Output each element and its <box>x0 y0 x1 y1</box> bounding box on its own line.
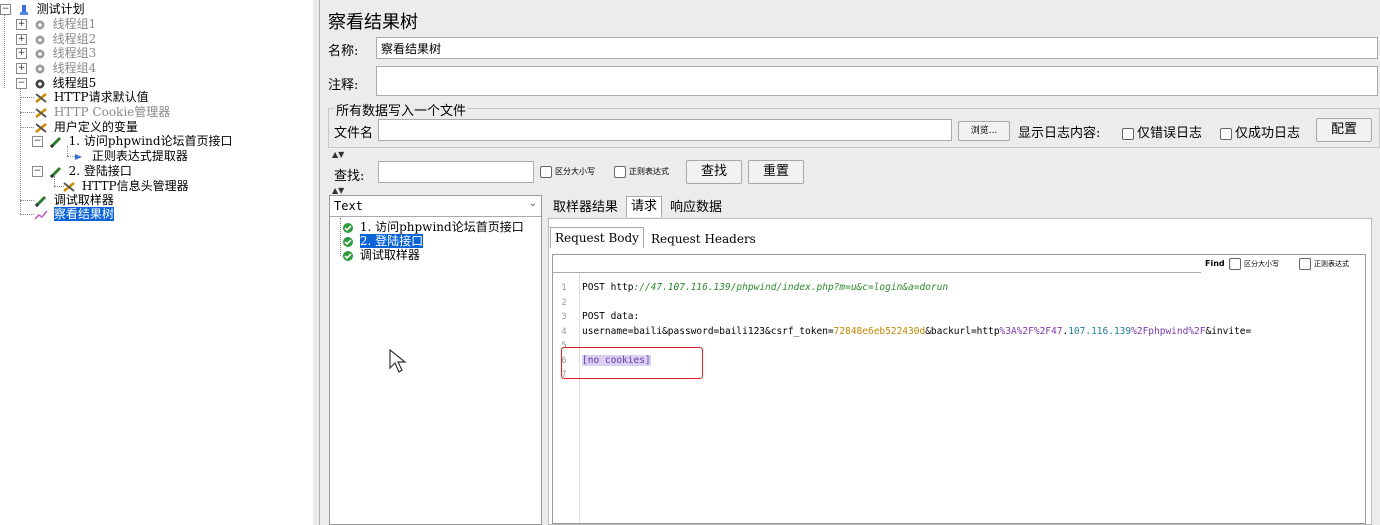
tree-item-thread-group-4[interactable]: + 线程组4 <box>16 61 96 75</box>
tree-item-thread-group-1[interactable]: + 线程组1 <box>16 17 96 31</box>
collapse-icon[interactable]: − <box>0 4 11 15</box>
pencil-icon <box>49 136 61 148</box>
gear-icon <box>35 20 45 29</box>
sample-item-debug[interactable]: 调试取样器 <box>342 248 420 262</box>
search-input[interactable] <box>378 161 534 183</box>
checkbox-icon <box>1122 127 1134 140</box>
tree-item-thread-group-2[interactable]: + 线程组2 <box>16 32 96 46</box>
request-find-input[interactable] <box>553 255 1201 273</box>
line-number: 3 <box>561 312 567 322</box>
test-plan-icon <box>19 4 28 15</box>
log-content-label: 显示日志内容: <box>1018 126 1101 141</box>
tree-item-sampler-home[interactable]: − 1. 访问phpwind论坛首页接口 <box>32 134 233 148</box>
gear-icon <box>35 64 45 73</box>
line-number: 2 <box>561 298 567 308</box>
gear-icon <box>35 49 45 58</box>
success-check-icon <box>343 222 353 233</box>
tree-item-debug-sampler[interactable]: 调试取样器 <box>34 193 114 207</box>
tree-item-thread-group-3[interactable]: + 线程组3 <box>16 46 96 60</box>
collapse-arrow-icon[interactable]: ▲▼ <box>332 150 344 159</box>
wrench-icon <box>35 122 47 133</box>
line-number: 1 <box>561 283 567 293</box>
wrench-icon <box>63 181 75 192</box>
tree-root[interactable]: − 测试计划 <box>0 2 85 16</box>
page-title: 察看结果树 <box>328 12 418 33</box>
expand-icon[interactable]: + <box>16 19 27 30</box>
find-button[interactable]: 查找 <box>686 160 742 184</box>
regex-checkbox[interactable]: 正则表达式 <box>614 166 669 178</box>
tab-sampler-result[interactable]: 取样器结果 <box>549 198 622 218</box>
search-label: 查找: <box>334 169 365 184</box>
highlight-annotation-box <box>561 347 703 379</box>
wrench-icon <box>35 107 47 118</box>
checkbox-icon <box>614 166 626 178</box>
collapse-icon[interactable]: − <box>32 136 43 147</box>
checkbox-icon <box>1229 258 1241 270</box>
comment-label: 注释: <box>328 78 359 93</box>
name-field[interactable]: 察看结果树 <box>376 37 1378 59</box>
line-number: 4 <box>561 327 567 337</box>
request-body-view: Find 区分大小写 正则表达式 1 2 3 4 5 6 7 POST http… <box>552 254 1366 524</box>
config-button[interactable]: 配置 <box>1316 118 1372 142</box>
tree-item-user-variables[interactable]: 用户定义的变量 <box>34 120 138 134</box>
tree-item-cookie-manager[interactable]: HTTP Cookie管理器 <box>34 105 170 119</box>
test-plan-tree[interactable]: − 测试计划 + 线程组1 + 线程组2 + 线程组3 + 线程组4 − 线程组… <box>0 0 314 525</box>
tab-request-body[interactable]: Request Body <box>550 227 644 248</box>
filename-label: 文件名 <box>334 126 374 141</box>
tree-item-regex-extractor[interactable]: 正则表达式提取器 <box>72 149 188 163</box>
find-regex-checkbox[interactable]: 正则表达式 <box>1299 258 1349 270</box>
request-panel: Request Body Request Headers Find 区分大小写 … <box>548 218 1372 525</box>
file-group-title: 所有数据写入一个文件 <box>334 100 469 119</box>
tree-item-thread-group-5[interactable]: − 线程组5 <box>16 76 96 90</box>
browse-button[interactable]: 浏览... <box>958 121 1010 141</box>
expand-icon[interactable]: + <box>16 48 27 59</box>
tab-response-data[interactable]: 响应数据 <box>666 198 726 218</box>
line-gutter: 1 2 3 4 5 6 7 <box>553 274 580 523</box>
pencil-icon <box>34 195 47 207</box>
filename-input[interactable] <box>378 119 952 141</box>
success-check-icon <box>343 236 353 247</box>
find-case-checkbox[interactable]: 区分大小写 <box>1229 258 1279 270</box>
wrench-icon <box>35 92 47 103</box>
sample-item-home[interactable]: 1. 访问phpwind论坛首页接口 <box>342 220 524 234</box>
success-check-icon <box>343 250 353 261</box>
arrow-right-icon <box>75 153 82 160</box>
collapse-arrow-icon[interactable]: ▲▼ <box>332 186 344 195</box>
view-results-tree-panel: 察看结果树 名称: 察看结果树 注释: 所有数据写入一个文件 文件名 浏览...… <box>320 0 1380 525</box>
chevron-down-icon: ⌄ <box>528 198 537 209</box>
checkbox-icon <box>540 166 552 178</box>
tree-item-header-manager[interactable]: HTTP信息头管理器 <box>62 179 189 193</box>
mouse-cursor-icon <box>389 348 407 373</box>
case-sensitive-checkbox[interactable]: 区分大小写 <box>540 166 595 178</box>
success-only-checkbox[interactable]: 仅成功日志 <box>1220 122 1300 141</box>
code-line-3: POST data: <box>582 311 640 322</box>
tree-item-http-defaults[interactable]: HTTP请求默认值 <box>34 90 149 104</box>
reset-button[interactable]: 重置 <box>748 160 804 184</box>
expand-icon[interactable]: + <box>16 34 27 45</box>
code-line-4: username=baili&password=baili123&csrf_to… <box>582 326 1252 337</box>
sample-item-login[interactable]: 2. 登陆接口 <box>342 234 424 248</box>
comment-field[interactable] <box>376 66 1378 96</box>
renderer-select[interactable]: Text ⌄ <box>330 196 541 217</box>
checkbox-icon <box>1220 127 1232 140</box>
tree-item-sampler-login[interactable]: − 2. 登陆接口 <box>32 164 132 178</box>
pane-splitter[interactable] <box>313 0 320 525</box>
checkbox-icon <box>1299 258 1311 270</box>
collapse-icon[interactable]: − <box>32 166 43 177</box>
tab-request[interactable]: 请求 <box>626 196 663 217</box>
renderer-select-value: Text <box>334 199 363 213</box>
tree-item-view-results-tree[interactable]: 察看结果树 <box>34 207 114 221</box>
errors-only-checkbox[interactable]: 仅错误日志 <box>1122 122 1202 141</box>
find-label: Find <box>1205 259 1225 268</box>
collapse-icon[interactable]: − <box>16 78 27 89</box>
code-line-1: POST http://47.107.116.139/phpwind/index… <box>582 282 949 293</box>
results-list-panel: Text ⌄ 1. 访问phpwind论坛首页接口 2. 登陆接口 调试取样器 <box>329 195 542 525</box>
gear-icon <box>35 35 45 44</box>
gear-icon <box>35 79 45 88</box>
expand-icon[interactable]: + <box>16 63 27 74</box>
tab-request-headers[interactable]: Request Headers <box>647 229 760 249</box>
name-label: 名称: <box>328 44 359 59</box>
chart-icon <box>34 210 48 220</box>
pencil-icon <box>49 166 61 178</box>
